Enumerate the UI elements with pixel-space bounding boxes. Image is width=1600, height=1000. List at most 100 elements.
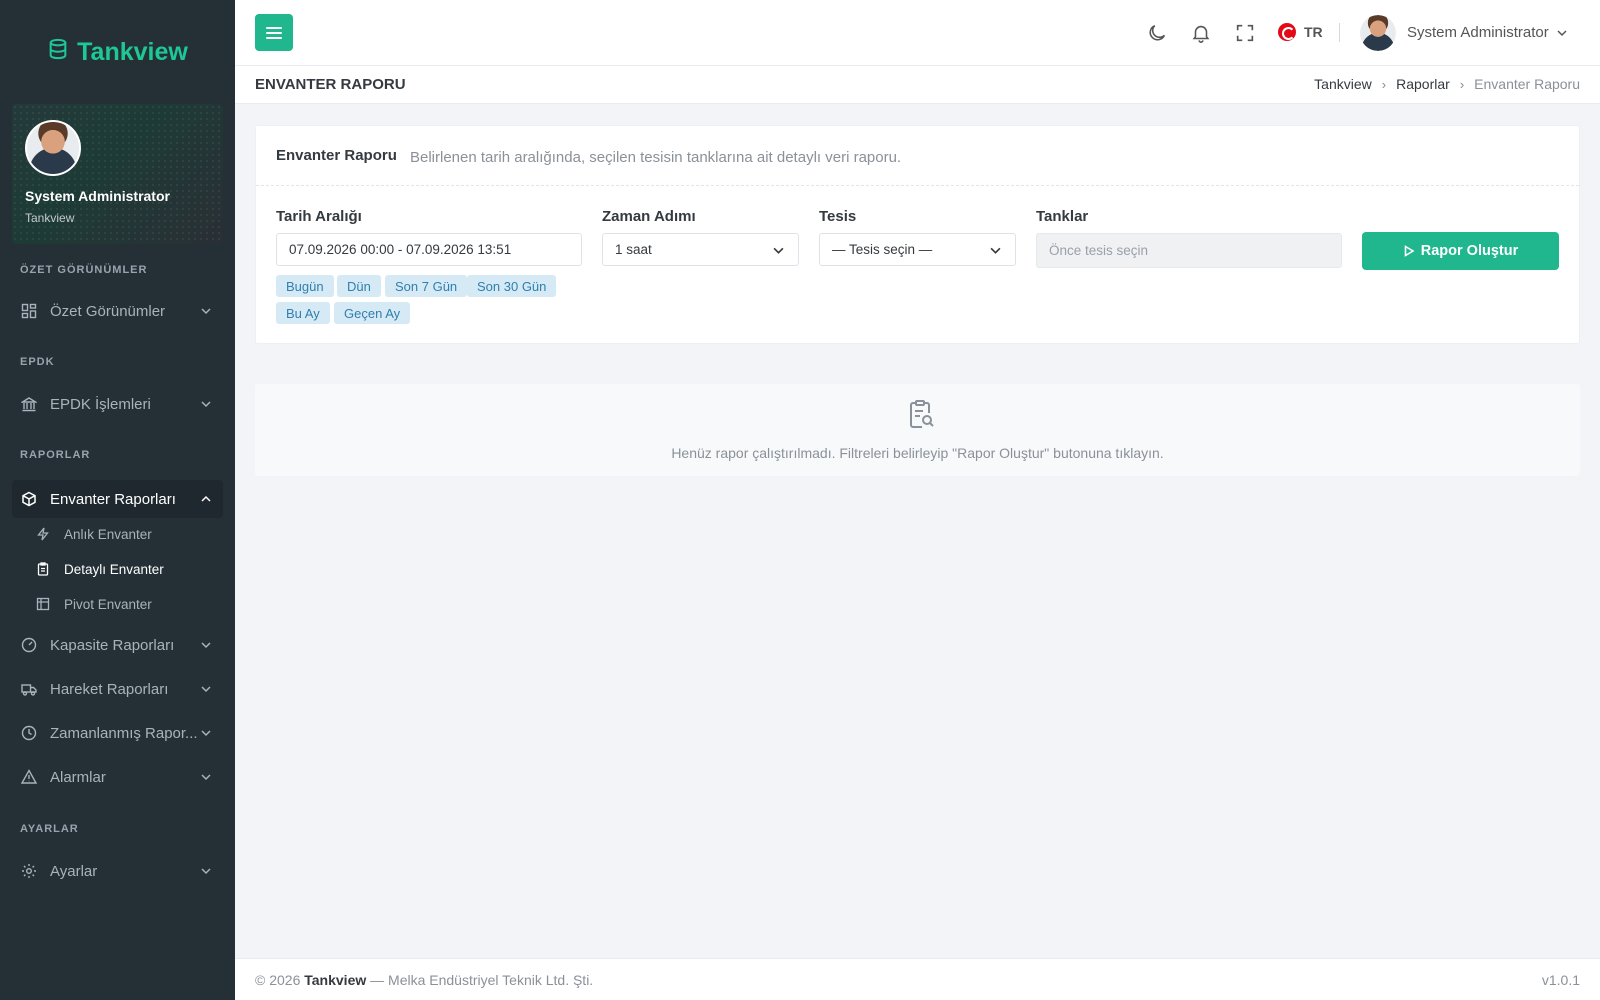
breadcrumb-item[interactable]: Raporlar <box>1396 76 1450 92</box>
language-selector[interactable]: TR <box>1278 23 1323 41</box>
avatar[interactable] <box>1360 15 1396 51</box>
sidebar-subitem-label: Anlık Envanter <box>64 526 152 542</box>
avatar[interactable] <box>25 120 81 176</box>
section-title-reports: RAPORLAR <box>20 449 91 461</box>
truck-icon <box>21 681 37 697</box>
sidebar-item-capacity-reports[interactable]: Kapasite Raporları <box>12 626 223 664</box>
clipboard-icon <box>36 562 50 576</box>
sidebar-user-org: Tankview <box>25 211 75 225</box>
divider <box>1339 23 1340 42</box>
empty-state: Henüz rapor çalıştırılmadı. Filtreleri b… <box>255 384 1580 476</box>
quick-range-last-30-days[interactable]: Son 30 Gün <box>467 275 557 297</box>
breadcrumb: Tankview › Raporlar › Envanter Raporu <box>1314 76 1580 92</box>
chevron-down-icon <box>201 401 211 408</box>
card-header: Envanter Raporu Belirlenen tarih aralığı… <box>256 126 1579 186</box>
gear-icon <box>21 863 37 879</box>
sidebar-item-settings[interactable]: Ayarlar <box>12 852 223 890</box>
section-title-settings: AYARLAR <box>20 823 79 835</box>
run-report-button[interactable]: Rapor Oluştur <box>1362 232 1559 270</box>
sidebar-item-label: Kapasite Raporları <box>50 636 175 654</box>
facility-select[interactable]: — Tesis seçin — <box>819 233 1016 266</box>
card-title: Envanter Raporu <box>276 147 397 164</box>
quick-range-last-month[interactable]: Geçen Ay <box>334 302 411 324</box>
breadcrumb-current: Envanter Raporu <box>1474 76 1580 92</box>
sidebar-item-label: Ayarlar <box>50 862 98 880</box>
sidebar-subitem-label: Detaylı Envanter <box>64 561 164 577</box>
clock-icon <box>21 725 37 741</box>
date-range-label: Tarih Aralığı <box>276 208 362 225</box>
bolt-icon <box>36 527 50 541</box>
sidebar-item-label: Hareket Raporları <box>50 680 169 698</box>
footer: © 2026 Tankview — Melka Endüstriyel Tekn… <box>235 958 1600 1000</box>
quick-range-today[interactable]: Bugün <box>276 275 334 297</box>
chevron-down-icon <box>201 642 211 649</box>
date-range-input[interactable]: 07.09.2026 00:00 - 07.09.2026 13:51 <box>276 233 582 266</box>
sidebar-user-card: System Administrator Tankview <box>12 104 223 244</box>
run-report-label: Rapor Oluştur <box>1420 243 1519 259</box>
chevron-down-icon <box>201 308 211 315</box>
database-icon <box>47 38 69 67</box>
dark-mode-icon[interactable] <box>1146 22 1168 44</box>
sidebar-subitem-pivot-inventory[interactable]: Pivot Envanter <box>36 591 152 617</box>
sidebar-item-label: Alarmlar <box>50 768 106 786</box>
chevron-up-icon <box>201 495 211 502</box>
footer-copyright: © 2026 Tankview — Melka Endüstriyel Tekn… <box>255 972 593 988</box>
brand-logo[interactable]: Tankview <box>0 0 235 104</box>
app-version: v1.0.1 <box>1541 972 1580 988</box>
play-icon <box>1404 245 1415 257</box>
chevron-down-icon <box>201 774 211 781</box>
menu-toggle-button[interactable] <box>255 14 293 51</box>
copyright-year: © 2026 <box>255 972 301 988</box>
filter-card: Envanter Raporu Belirlenen tarih aralığı… <box>255 125 1580 344</box>
chevron-down-icon <box>1557 29 1567 36</box>
sidebar-item-inventory-reports[interactable]: Envanter Raporları <box>12 480 223 518</box>
time-step-label: Zaman Adımı <box>602 208 696 225</box>
sidebar-item-epdk[interactable]: EPDK İşlemleri <box>12 385 223 423</box>
sidebar: Tankview System Administrator Tankview Ö… <box>0 0 235 1000</box>
tanks-placeholder: Önce tesis seçin <box>1049 243 1149 258</box>
sidebar-item-label: Zamanlanmış Rapor... <box>50 724 198 742</box>
page-header: ENVANTER RAPORU Tankview › Raporlar › En… <box>235 66 1600 104</box>
footer-company: — Melka Endüstriyel Teknik Ltd. Şti. <box>370 972 594 988</box>
time-step-select[interactable]: 1 saat <box>602 233 799 266</box>
sidebar-item-label: Envanter Raporları <box>50 490 176 508</box>
sidebar-subitem-detailed-inventory[interactable]: Detaylı Envanter <box>36 556 164 582</box>
quick-range-last-7-days[interactable]: Son 7 Gün <box>385 275 468 297</box>
dashboard-icon <box>21 303 37 319</box>
cube-icon <box>21 491 37 507</box>
section-title-epdk: EPDK <box>20 356 55 368</box>
sidebar-item-alarms[interactable]: Alarmlar <box>12 758 223 796</box>
warning-icon <box>21 769 37 785</box>
quick-range-this-month[interactable]: Bu Ay <box>276 302 330 324</box>
sidebar-subitem-instant-inventory[interactable]: Anlık Envanter <box>36 521 152 547</box>
sidebar-item-scheduled-reports[interactable]: Zamanlanmış Rapor... <box>12 714 223 752</box>
turkey-flag-icon <box>1278 23 1296 41</box>
sidebar-item-label: EPDK İşlemleri <box>50 395 151 413</box>
tanks-label: Tanklar <box>1036 208 1089 225</box>
user-name: System Administrator <box>1407 24 1549 41</box>
breadcrumb-item[interactable]: Tankview <box>1314 76 1372 92</box>
quick-range-yesterday[interactable]: Dün <box>337 275 381 297</box>
sidebar-item-movement-reports[interactable]: Hareket Raporları <box>12 670 223 708</box>
card-description: Belirlenen tarih aralığında, seçilen tes… <box>410 149 902 166</box>
chevron-down-icon <box>773 247 784 254</box>
gauge-icon <box>21 637 37 653</box>
sidebar-item-summary[interactable]: Özet Görünümler <box>12 292 223 330</box>
tanks-select[interactable]: Önce tesis seçin <box>1036 233 1342 268</box>
clipboard-search-icon <box>910 400 934 428</box>
section-title-summary: ÖZET GÖRÜNÜMLER <box>20 264 148 276</box>
chevron-down-icon <box>201 730 211 737</box>
page-title: ENVANTER RAPORU <box>255 76 406 93</box>
sidebar-user-name: System Administrator <box>25 188 170 204</box>
fullscreen-icon[interactable] <box>1234 22 1256 44</box>
empty-state-text: Henüz rapor çalıştırılmadı. Filtreleri b… <box>671 445 1164 461</box>
user-menu[interactable]: System Administrator <box>1407 24 1567 41</box>
chevron-right-icon: › <box>1381 76 1387 92</box>
language-code: TR <box>1304 24 1323 40</box>
table-icon <box>36 597 50 611</box>
chevron-down-icon <box>990 247 1001 254</box>
facility-value: — Tesis seçin — <box>832 242 933 257</box>
hamburger-icon <box>266 26 282 39</box>
notification-bell-icon[interactable] <box>1190 22 1212 44</box>
time-step-value: 1 saat <box>615 242 652 257</box>
